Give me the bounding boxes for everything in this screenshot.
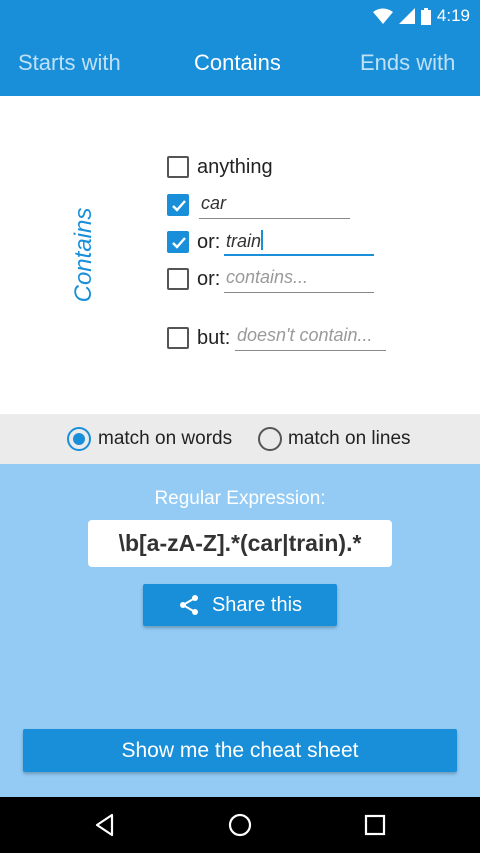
term2-value: train [226,231,262,251]
match-mode-bar: match on words match on lines [0,414,480,464]
tab-ends-with[interactable]: Ends with [360,50,455,76]
navigation-bar [0,797,480,853]
term3-prefix: or: [197,268,221,290]
exclude-prefix: but: [197,327,231,349]
share-icon [179,595,198,615]
term2-prefix: or: [197,231,221,253]
term1-checkbox[interactable] [167,194,189,216]
app-bar: 4:19 Starts with Contains Ends with [0,0,480,96]
exclude-checkbox[interactable] [167,327,189,349]
status-time: 4:19 [436,6,470,25]
exclude-input[interactable]: doesn't contain... [235,325,386,351]
checkmark-icon [172,200,186,212]
share-button[interactable]: Share this [143,584,337,626]
checkmark-icon [172,237,186,249]
anything-label: anything [197,156,273,178]
recents-icon[interactable] [361,811,389,839]
contains-form: Contains anything car or: train or: cont… [0,96,480,414]
match-lines-radio[interactable] [258,427,282,451]
status-bar: 4:19 [372,4,470,28]
home-icon[interactable] [226,811,254,839]
term2-input[interactable]: train [224,230,374,256]
share-button-label: Share this [211,593,303,616]
match-words-radio[interactable] [67,427,91,451]
signal-icon [398,8,415,24]
term3-input[interactable]: contains... [224,267,374,293]
match-lines-label[interactable]: match on lines [288,428,411,450]
result-panel: Regular Expression: \b[a-zA-Z].*(car|tra… [0,464,480,797]
term2-checkbox[interactable] [167,231,189,253]
term3-checkbox[interactable] [167,268,189,290]
tab-starts-with[interactable]: Starts with [18,50,121,76]
section-label: Contains [70,207,97,303]
battery-icon [420,7,431,25]
wifi-icon [372,8,393,24]
term1-input[interactable]: car [199,193,350,219]
back-icon[interactable] [91,811,119,839]
tab-bar: Starts with Contains Ends with [0,38,480,88]
regex-output[interactable]: \b[a-zA-Z].*(car|train).* [88,520,392,567]
anything-checkbox[interactable] [167,156,189,178]
regex-label: Regular Expression: [154,488,326,509]
tab-contains[interactable]: Contains [194,50,281,76]
match-words-label[interactable]: match on words [98,428,232,450]
cheat-sheet-button[interactable]: Show me the cheat sheet [23,729,457,772]
text-cursor [261,230,264,250]
